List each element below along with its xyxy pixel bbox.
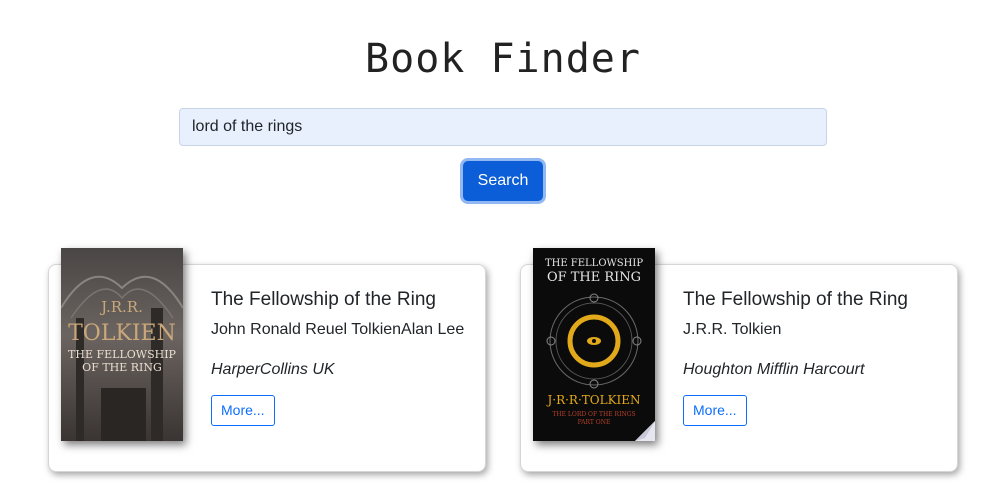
cover-title-line2: OF THE RING — [82, 361, 162, 374]
book-card: J.R.R. TOLKIEN THE FELLOWSHIP OF THE RIN… — [48, 248, 486, 472]
book-publisher: Houghton Mifflin Harcourt — [683, 361, 865, 378]
book-cover-image: THE FELLOWSHIP OF THE RING J·R·R·TOLKIEN… — [533, 248, 655, 441]
book-finder-page: Book Finder Search J.R.R. — [0, 0, 990, 484]
search-button[interactable]: Search — [463, 161, 543, 201]
cover-series-line2: PART ONE — [578, 419, 611, 426]
cover-surname: TOLKIEN — [68, 321, 176, 346]
page-title: Book Finder — [365, 36, 641, 82]
cover-author: J·R·R·TOLKIEN — [545, 393, 640, 407]
book-title: The Fellowship of the Ring — [683, 289, 908, 310]
book-card: THE FELLOWSHIP OF THE RING J·R·R·TOLKIEN… — [520, 248, 958, 472]
book-author: J.R.R. Tolkien — [683, 321, 782, 338]
more-button[interactable]: More... — [683, 395, 747, 426]
cover-series-line1: THE LORD OF THE RINGS — [552, 411, 635, 418]
book-title: The Fellowship of the Ring — [211, 289, 436, 310]
cover-title-line2: OF THE RING — [547, 270, 641, 285]
book-cover-image: J.R.R. TOLKIEN THE FELLOWSHIP OF THE RIN… — [61, 248, 183, 441]
cover-title-line1: THE FELLOWSHIP — [68, 348, 177, 361]
more-button[interactable]: More... — [211, 395, 275, 426]
cover-author: J.R.R. — [99, 298, 143, 316]
cover-title-line1: THE FELLOWSHIP — [545, 258, 643, 269]
book-author: John Ronald Reuel TolkienAlan Lee — [211, 321, 465, 338]
book-publisher: HarperCollins UK — [211, 361, 335, 378]
search-input[interactable] — [179, 108, 827, 146]
